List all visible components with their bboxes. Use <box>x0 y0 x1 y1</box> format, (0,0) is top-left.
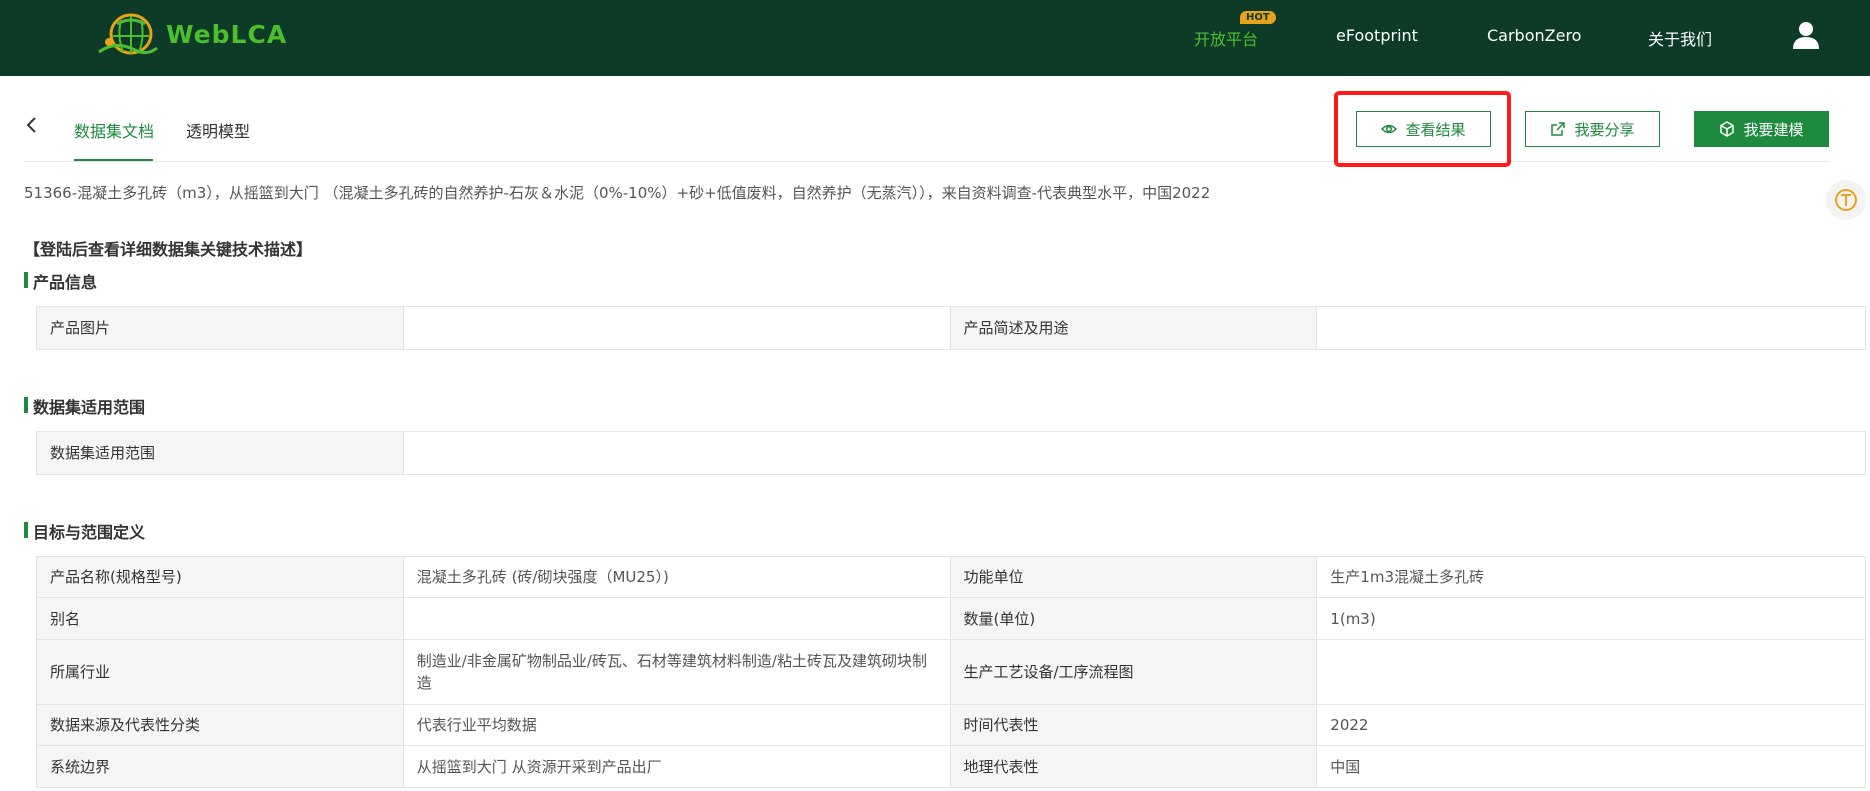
table-label: 所属行业 <box>37 640 404 704</box>
share-icon <box>1551 122 1566 136</box>
share-label: 我要分享 <box>1574 120 1635 139</box>
product-description-value <box>1317 307 1866 349</box>
table-row: 别名 数量(单位) 1(m3) <box>37 598 1866 640</box>
table-row: 系统边界 从摇篮到大门 从资源开采到产品出厂 地理代表性 中国 <box>37 746 1866 788</box>
table-label: 数量(单位) <box>950 598 1318 639</box>
table-label: 数据集适用范围 <box>37 432 404 474</box>
table-value: 混凝土多孔砖 (砖/砌块强度（MU25）) <box>403 557 951 597</box>
top-navbar: WebLCA 开放平台 HOT eFootprint CarbonZero 关于… <box>0 0 1870 76</box>
back-chevron-icon[interactable] <box>24 116 40 134</box>
table-value: 从摇篮到大门 从资源开采到产品出厂 <box>403 746 951 787</box>
nav-open-platform[interactable]: 开放平台 <box>1194 26 1258 50</box>
table-value: 生产1m3混凝土多孔砖 <box>1317 557 1866 597</box>
table-value: 制造业/非金属矿物制品业/砖瓦、石材等建筑材料制造/粘土砖瓦及建筑砌块制造 <box>403 640 951 704</box>
cube-icon <box>1720 121 1735 137</box>
product-image-value <box>403 307 951 349</box>
table-row: 数据集适用范围 <box>37 432 1866 475</box>
table-label: 别名 <box>37 598 404 639</box>
table-label: 产品简述及用途 <box>950 307 1318 349</box>
tabs-divider <box>24 161 1830 162</box>
weblca-logo[interactable] <box>95 12 159 58</box>
table-label: 功能单位 <box>950 557 1318 597</box>
tab-transparent-model[interactable]: 透明模型 <box>186 118 250 142</box>
table-value: 中国 <box>1317 746 1866 787</box>
dataset-title: 51366-混凝土多孔砖（m3），从摇篮到大门 （混凝土多孔砖的自然养护-石灰＆… <box>24 184 1211 202</box>
table-value <box>403 598 951 639</box>
table-label: 时间代表性 <box>950 705 1318 745</box>
scope-value <box>403 432 1866 474</box>
translate-icon[interactable] <box>1826 180 1866 220</box>
table-label: 数据来源及代表性分类 <box>37 705 404 745</box>
highlight-box <box>1334 91 1511 167</box>
table-label: 产品图片 <box>37 307 404 349</box>
table-label: 产品名称(规格型号) <box>37 557 404 597</box>
table-row: 所属行业 制造业/非金属矿物制品业/砖瓦、石材等建筑材料制造/粘土砖瓦及建筑砌块… <box>37 640 1866 705</box>
logo-text[interactable]: WebLCA <box>166 20 287 49</box>
user-icon[interactable] <box>1793 21 1819 49</box>
nav-about-us[interactable]: 关于我们 <box>1648 26 1712 50</box>
table-label: 地理代表性 <box>950 746 1318 787</box>
nav-efootprint[interactable]: eFootprint <box>1336 26 1418 45</box>
product-info-table: 产品图片 产品简述及用途 <box>36 306 1866 350</box>
tab-dataset-doc[interactable]: 数据集文档 <box>74 118 154 142</box>
nav-carbonzero[interactable]: CarbonZero <box>1487 26 1581 45</box>
table-label: 生产工艺设备/工序流程图 <box>950 640 1318 704</box>
table-label: 系统边界 <box>37 746 404 787</box>
section-title-scope: 数据集适用范围 <box>24 394 145 418</box>
build-model-button[interactable]: 我要建模 <box>1694 111 1829 147</box>
table-value <box>1317 640 1866 704</box>
share-button[interactable]: 我要分享 <box>1525 111 1660 147</box>
hot-badge: HOT <box>1240 11 1276 24</box>
table-row: 产品名称(规格型号) 混凝土多孔砖 (砖/砌块强度（MU25）) 功能单位 生产… <box>37 557 1866 598</box>
table-value: 2022 <box>1317 705 1866 745</box>
scope-table: 数据集适用范围 <box>36 431 1866 475</box>
table-value: 1(m3) <box>1317 598 1866 639</box>
table-row: 数据来源及代表性分类 代表行业平均数据 时间代表性 2022 <box>37 705 1866 746</box>
login-note: 【登陆后查看详细数据集关键技术描述】 <box>24 240 313 259</box>
table-value: 代表行业平均数据 <box>403 705 951 745</box>
goal-scope-table: 产品名称(规格型号) 混凝土多孔砖 (砖/砌块强度（MU25）) 功能单位 生产… <box>36 556 1866 788</box>
table-row: 产品图片 产品简述及用途 <box>37 307 1866 350</box>
build-model-label: 我要建模 <box>1743 120 1804 139</box>
section-title-goal-scope: 目标与范围定义 <box>24 519 145 543</box>
section-title-product-info: 产品信息 <box>24 269 97 293</box>
